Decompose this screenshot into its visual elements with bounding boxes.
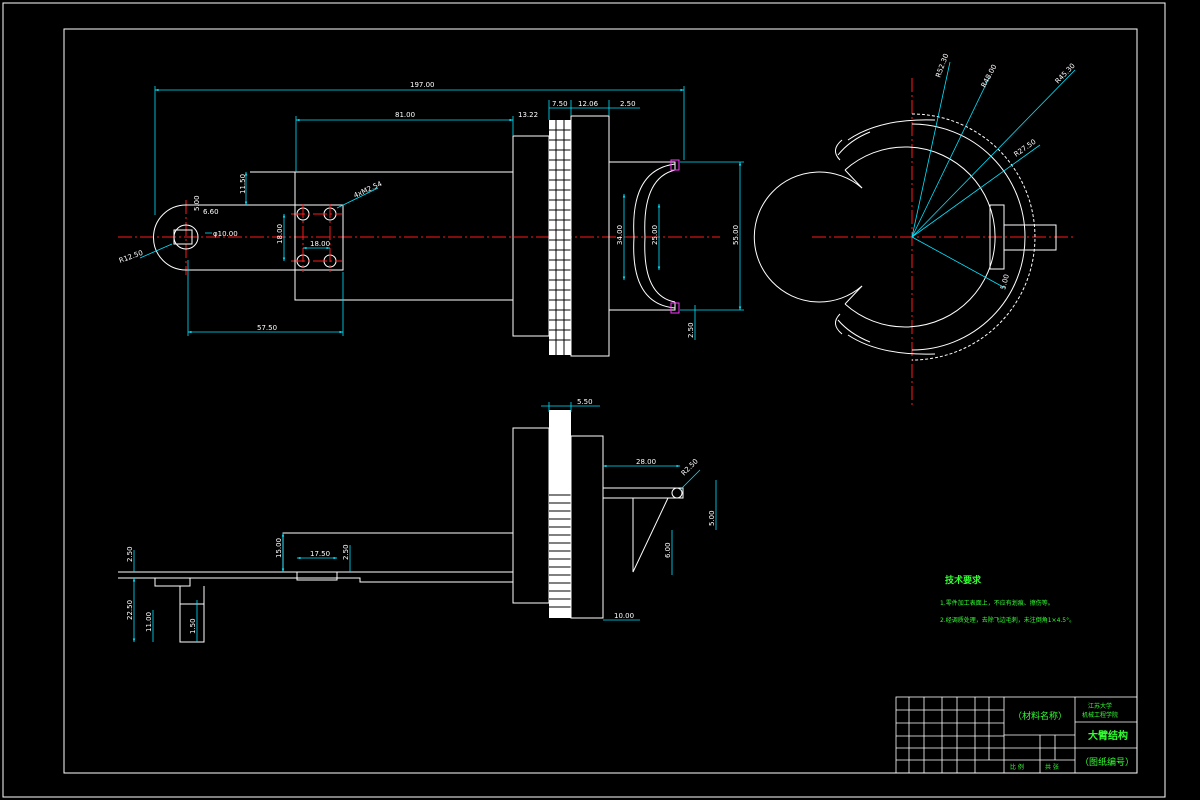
gear-view: R52.30 R48.00 R45.30 R27.50 5.00 — [753, 53, 1077, 408]
dim-r2-50: R2.50 — [680, 457, 700, 477]
dim-34: 34.00 — [616, 225, 624, 245]
dim-5-side: 5.00 — [708, 510, 716, 526]
tech-line-1: 1.零件加工表面上，不应有划痕、擦伤等。 — [940, 599, 1054, 607]
flange — [570, 115, 610, 357]
inner-frame — [63, 28, 1138, 774]
dim-5-50: 5.50 — [577, 398, 593, 406]
dim-6: 6.00 — [664, 542, 672, 558]
top-view-dimensions: 197.00 81.00 13.22 7.50 12.06 2.50 11.50… — [118, 81, 744, 340]
dim-2-50-b: 2.50 — [342, 544, 350, 560]
arm-body — [294, 171, 514, 301]
dim-15: 15.00 — [275, 538, 283, 558]
dim-55: 55.00 — [732, 225, 740, 245]
dim-22-50: 22.50 — [126, 600, 134, 620]
dim-10: 10.00 — [614, 612, 634, 620]
dim-5-gear: 5.00 — [999, 273, 1011, 290]
dim-overall-length: 197.00 — [410, 81, 435, 89]
dim-13-22: 13.22 — [518, 111, 538, 119]
top-view — [118, 115, 720, 357]
dim-18-horizontal: 18.00 — [310, 240, 330, 248]
side-motor — [512, 427, 550, 604]
title-school-1: 江苏大学 — [1088, 702, 1112, 710]
title-ratio: 比 例 — [1010, 763, 1024, 771]
dim-2-50-right: 2.50 — [687, 322, 695, 338]
title-school-2: 机械工程学院 — [1082, 711, 1118, 719]
dim-phi10: φ10.00 — [213, 230, 238, 238]
tech-line-2: 2.经调质处理，去除飞边毛刺，未注倒角1×4.5°。 — [940, 616, 1075, 624]
dim-body-length: 81.00 — [395, 111, 415, 119]
title-sheet: 共 张 — [1045, 763, 1059, 771]
dim-5-00: 5.00 — [193, 195, 201, 211]
side-view-dimensions: 5.50 28.00 R2.50 5.00 6.00 10.00 2.50 15… — [126, 398, 717, 643]
dim-2-50-a: 2.50 — [126, 546, 134, 562]
title-block: （材料名称） 江苏大学 机械工程学院 大臂结构 （图纸编号） 比 例 共 张 — [895, 696, 1138, 774]
dim-6-60: 6.60 — [203, 208, 219, 216]
dim-11-50: 11.50 — [239, 174, 247, 194]
dim-1-50: 1.50 — [189, 618, 197, 634]
dim-57-50: 57.50 — [257, 324, 277, 332]
dim-2-50-top: 2.50 — [620, 100, 636, 108]
dim-25: 25.00 — [651, 225, 659, 245]
dim-r52-30: R52.30 — [934, 53, 950, 79]
tech-requirements: 技术要求 1.零件加工表面上，不应有划痕、擦伤等。 2.经调质处理，去除飞边毛刺… — [940, 574, 1075, 624]
motor-housing — [512, 135, 550, 337]
dim-18-vertical: 18.00 — [276, 224, 284, 244]
title-material: （材料名称） — [1013, 710, 1067, 722]
title-part-name: 大臂结构 — [1088, 729, 1128, 742]
dim-17-50: 17.50 — [310, 550, 330, 558]
dim-12-06: 12.06 — [578, 100, 599, 108]
dim-11: 11.00 — [145, 612, 153, 632]
dim-r48: R48.00 — [980, 63, 999, 89]
tech-title: 技术要求 — [945, 574, 982, 586]
dim-r12-50: R12.50 — [118, 249, 144, 265]
title-drawing-no: （图纸编号） — [1080, 756, 1134, 768]
dim-7-50: 7.50 — [552, 100, 568, 108]
dim-28: 28.00 — [636, 458, 656, 466]
side-view — [118, 410, 684, 643]
dim-r45-30: R45.30 — [1054, 62, 1077, 85]
dim-holes: 4xM2.54 — [352, 180, 383, 200]
cad-drawing-canvas: 197.00 81.00 13.22 7.50 12.06 2.50 11.50… — [2, 2, 1166, 798]
